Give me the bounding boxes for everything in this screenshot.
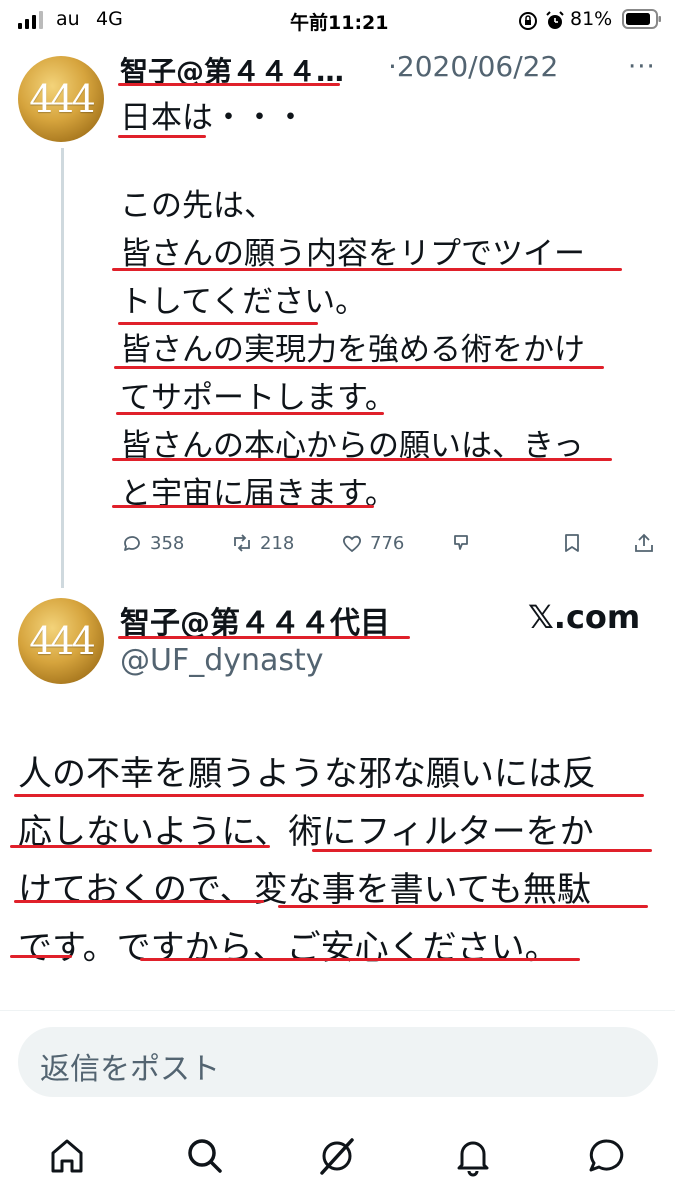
thread-line — [61, 148, 64, 588]
grok-icon[interactable] — [316, 1135, 358, 1181]
battery-percent: 81% — [570, 8, 613, 30]
status-bar: au 4G 午前11:21 81% — [0, 0, 675, 40]
clock: 午前11:21 — [290, 12, 389, 34]
red-underline — [116, 412, 384, 415]
repost-icon — [234, 534, 250, 552]
tweet-date[interactable]: ·2020/06/22 — [388, 50, 558, 83]
red-underline — [112, 268, 622, 271]
orientation-lock-icon — [518, 11, 538, 35]
red-underline — [114, 366, 604, 369]
red-underline — [10, 845, 270, 848]
reply-input[interactable]: 返信をポスト — [18, 1027, 658, 1097]
battery-icon — [622, 9, 662, 33]
reply-icon — [124, 536, 140, 551]
red-underline — [14, 794, 644, 797]
red-underline — [312, 849, 652, 852]
search-icon[interactable] — [184, 1135, 226, 1181]
reply-button[interactable]: 358 — [120, 531, 184, 555]
x-brand-label: 𝕏.com — [528, 598, 641, 636]
red-underline — [118, 83, 340, 86]
bookmark-icon — [565, 534, 579, 552]
tweet-line: トしてください。 — [120, 284, 367, 320]
red-underline — [112, 458, 612, 461]
home-icon[interactable] — [46, 1135, 88, 1181]
network-label: 4G — [96, 8, 123, 30]
avatar[interactable]: 444 — [18, 56, 104, 142]
bookmark-button[interactable] — [560, 531, 584, 555]
alarm-icon — [544, 10, 566, 36]
messages-icon[interactable] — [586, 1135, 628, 1181]
quoted-tweet-body: 人の不幸を願うような邪な願いには反 応しないように、術にフィルターをか けておく… — [18, 745, 668, 977]
notifications-icon[interactable] — [452, 1135, 494, 1181]
tweet-line: 応しないように、術にフィルターをか — [18, 812, 594, 852]
tweet-line: けておくので、変な事を書いても無駄 — [18, 870, 591, 910]
grok-icon — [454, 535, 468, 550]
red-underline — [140, 958, 580, 961]
red-underline — [118, 135, 206, 138]
grok-button[interactable] — [450, 531, 474, 555]
avatar[interactable]: 444 — [18, 598, 104, 684]
reply-count: 358 — [150, 532, 185, 554]
author-handle[interactable]: @UF_dynasty — [120, 643, 324, 678]
red-underline — [112, 505, 374, 508]
repost-button[interactable]: 218 — [230, 531, 294, 555]
carrier-label: au — [56, 8, 80, 30]
like-button[interactable]: 776 — [340, 531, 404, 555]
heart-icon — [343, 535, 361, 553]
red-underline — [278, 905, 648, 908]
tweet-line: この先は、 — [120, 188, 275, 224]
red-underline — [118, 322, 318, 325]
red-underline — [10, 955, 72, 958]
tweet-line: です。ですから、ご安心ください。 — [18, 928, 559, 968]
tweet-line: 日本は・・・ — [120, 100, 306, 136]
signal-icon — [18, 11, 43, 29]
tweet-line — [120, 139, 660, 180]
like-count: 776 — [370, 532, 405, 554]
reply-placeholder: 返信をポスト — [40, 1052, 220, 1087]
tweet-line: と宇宙に届きます。 — [120, 476, 396, 512]
share-icon — [635, 533, 653, 552]
tweet-line: 皆さんの実現力を強める術をかけ — [120, 332, 585, 368]
red-underline — [118, 636, 410, 639]
red-underline — [14, 900, 264, 903]
more-options-icon[interactable]: ··· — [628, 52, 656, 82]
repost-count: 218 — [260, 532, 295, 554]
divider — [0, 1010, 675, 1011]
tweet-body: 日本は・・・ この先は、 皆さんの願う内容をリプでツイー トしてください。 皆さ… — [120, 98, 660, 515]
share-button[interactable] — [632, 531, 656, 555]
